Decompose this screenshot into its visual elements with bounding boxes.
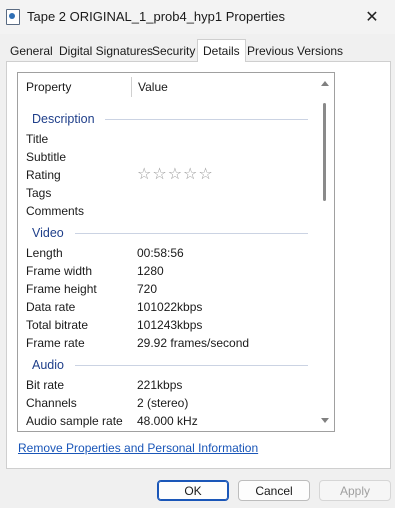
rating-stars-icon[interactable]: ☆☆☆☆☆ [137,164,214,184]
close-icon: ✕ [365,9,379,26]
property-value: 00:58:56 [137,246,184,260]
section-divider [105,119,308,120]
tab-strip: General Digital Signatures Security Deta… [0,39,395,62]
property-row-bit-rate[interactable]: Bit rate 221kbps [26,376,314,394]
tab-previous-versions[interactable]: Previous Versions [242,41,348,61]
property-row-comments[interactable]: Comments [26,202,314,220]
property-name: Frame height [26,282,97,296]
property-name: Data rate [26,300,76,314]
section-audio: Audio [32,358,64,372]
property-name: Tags [26,186,52,200]
property-name: Length [26,246,63,260]
scroll-up-arrow-icon[interactable] [321,81,329,86]
property-name: Bit rate [26,378,65,392]
property-row-data-rate[interactable]: Data rate 101022kbps [26,298,314,316]
cancel-button[interactable]: Cancel [238,480,310,501]
property-row-title[interactable]: Title [26,130,314,148]
column-header-value[interactable]: Value [138,80,168,94]
property-row-frame-height[interactable]: Frame height 720 [26,280,314,298]
property-row-tags[interactable]: Tags [26,184,314,202]
property-name: Channels [26,396,77,410]
property-row-frame-width[interactable]: Frame width 1280 [26,262,314,280]
property-name: Frame rate [26,336,85,350]
property-value: 720 [137,282,158,296]
section-description: Description [32,112,95,126]
scroll-thumb[interactable] [323,103,326,201]
property-list[interactable]: Property Value Description Title Subtitl… [17,72,335,432]
column-divider[interactable] [131,77,132,97]
property-row-rating[interactable]: Rating ☆☆☆☆☆ [26,166,314,184]
vertical-scrollbar[interactable] [317,73,334,431]
title-bar: Tape 2 ORIGINAL_1_prob4_hyp1 Properties … [0,0,395,34]
property-row-frame-rate[interactable]: Frame rate 29.92 frames/second [26,334,314,352]
property-row-audio-sample-rate[interactable]: Audio sample rate 48.000 kHz [26,412,314,430]
property-name: Total bitrate [26,318,89,332]
ok-button[interactable]: OK [157,480,229,501]
window-title: Tape 2 ORIGINAL_1_prob4_hyp1 Properties [27,9,285,24]
property-name: Audio sample rate [26,414,123,428]
property-value: 29.92 frames/second [137,336,250,350]
property-name: Comments [26,204,85,218]
property-value: 2 (stereo) [137,396,189,410]
list-header: Property Value [18,73,315,99]
property-name: Rating [26,168,61,182]
section-divider [75,233,308,234]
property-row-total-bitrate[interactable]: Total bitrate 101243kbps [26,316,314,334]
property-value: 101022kbps [137,300,203,314]
property-value: 101243kbps [137,318,203,332]
column-header-property[interactable]: Property [26,80,71,94]
apply-button[interactable]: Apply [319,480,391,501]
property-value: 48.000 kHz [137,414,198,428]
file-properties-icon [6,9,20,25]
property-name: Subtitle [26,150,67,164]
close-button[interactable]: ✕ [349,0,395,34]
section-divider [75,365,308,366]
tab-security[interactable]: Security [147,41,200,61]
remove-properties-link[interactable]: Remove Properties and Personal Informati… [18,441,258,455]
property-value: 1280 [137,264,164,278]
property-row-length[interactable]: Length 00:58:56 [26,244,314,262]
property-name: Title [26,132,49,146]
tab-general[interactable]: General [5,41,58,61]
property-row-channels[interactable]: Channels 2 (stereo) [26,394,314,412]
scroll-down-arrow-icon[interactable] [321,418,329,423]
tab-digital-signatures[interactable]: Digital Signatures [54,41,158,61]
property-name: Frame width [26,264,93,278]
section-video: Video [32,226,64,240]
details-panel: Property Value Description Title Subtitl… [6,61,391,469]
tab-details[interactable]: Details [197,39,246,62]
property-value: 221kbps [137,378,183,392]
